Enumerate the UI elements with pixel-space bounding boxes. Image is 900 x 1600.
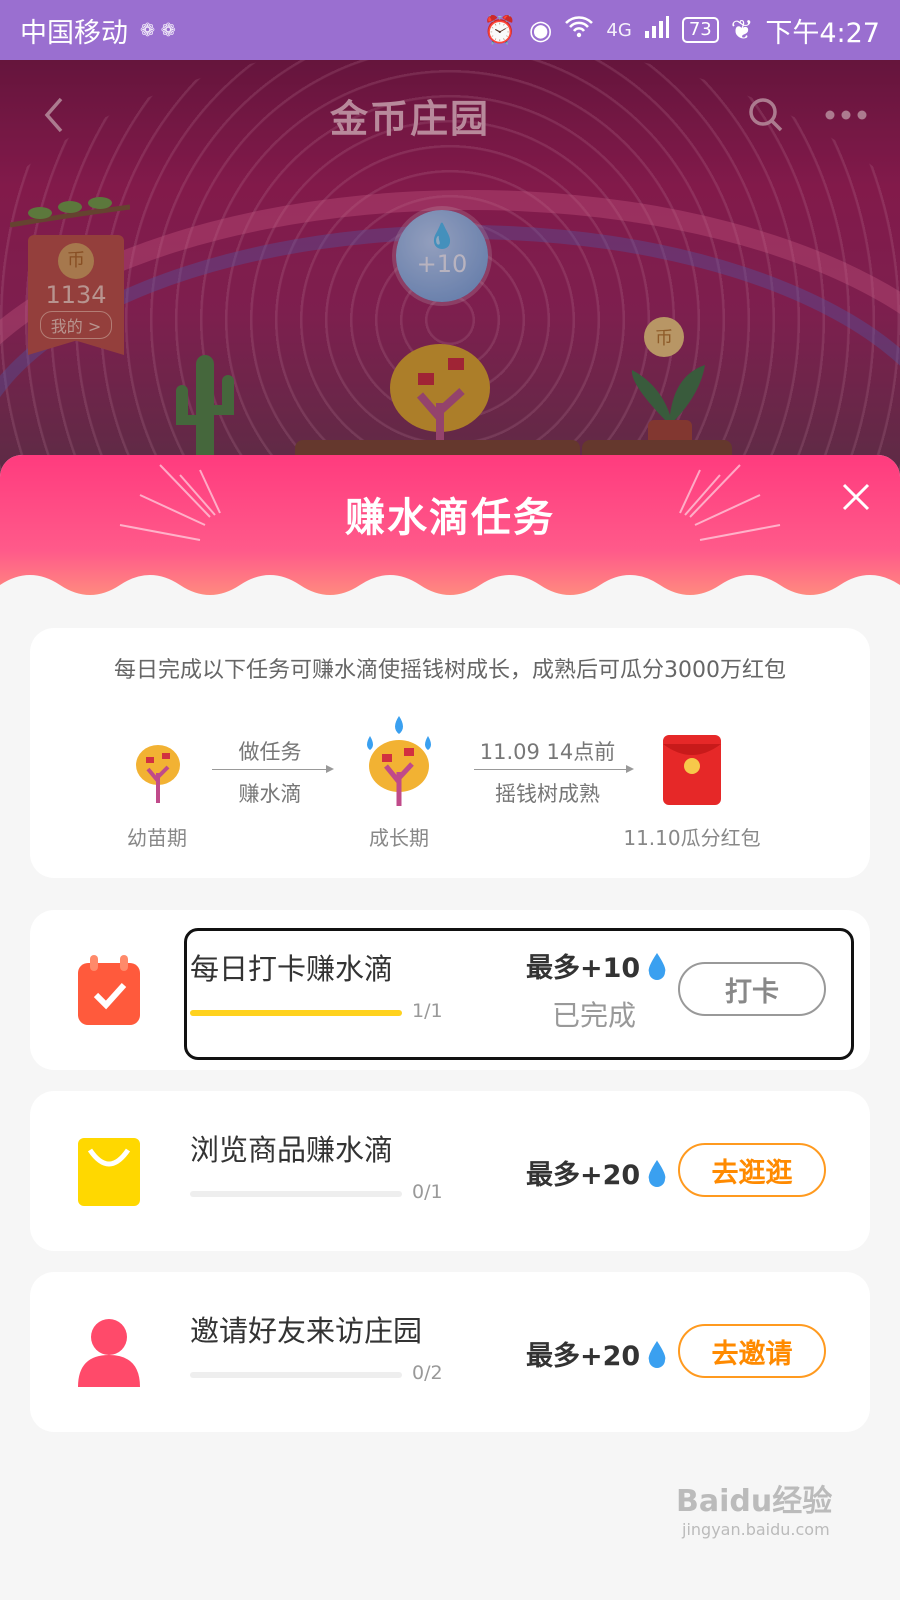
task-name: 浏览商品赚水滴: [190, 1133, 394, 1167]
task-reward: 最多+20: [526, 1153, 668, 1192]
signal-icon: [644, 15, 670, 46]
task-reward: 最多+20: [526, 1334, 668, 1373]
carrier-label: 中国移动: [20, 17, 128, 49]
clock-label: 下午4:27: [765, 17, 880, 49]
garden-scene: 金币庄园 币 1134 我的 > 💧 +10 币: [0, 60, 900, 480]
watermark: Baidu经验 jingyan.baidu.com: [676, 1476, 832, 1539]
battery-indicator: 73: [681, 17, 719, 43]
wifi-icon: [564, 15, 594, 46]
eye-icon: ◉: [528, 14, 553, 46]
task-card-invite: 邀请好友来访庄园 0/2 最多+20 去邀请: [30, 1272, 870, 1432]
step1-arrow: [212, 765, 334, 773]
step2-top: 11.09 14点前: [479, 740, 616, 764]
watermark-brand: Baidu经验: [676, 1484, 833, 1519]
intro-card: 每日完成以下任务可赚水滴使摇钱树成长，成熟后可瓜分3000万红包 幼苗期 做任务…: [30, 628, 870, 878]
highlight-box: [184, 928, 854, 1060]
water-drop-icon: [648, 1159, 666, 1187]
leaf-icon: ❦: [730, 14, 754, 46]
step2-arrow: [474, 765, 634, 773]
growing-tree-icon: [367, 716, 431, 806]
step2-bottom: 摇钱树成熟: [495, 782, 600, 806]
task-name: 邀请好友来访庄园: [190, 1314, 423, 1348]
intro-description: 每日完成以下任务可赚水滴使摇钱树成长，成熟后可瓜分3000万红包: [114, 658, 786, 683]
calendar-check-icon: [78, 955, 140, 1025]
step1-bottom: 赚水滴: [238, 782, 302, 806]
wave-divider: [0, 575, 900, 625]
stage-sapling: 幼苗期: [127, 826, 187, 850]
stage-growing: 成长期: [369, 826, 429, 850]
alarm-icon: ⏰: [483, 15, 517, 46]
sheet-header: 赚水滴任务: [0, 455, 900, 625]
step1-top: 做任务: [238, 740, 302, 764]
sapling-icon: [136, 745, 180, 803]
stage-red-envelope: 11.10瓜分红包: [623, 826, 761, 850]
user-icon: [78, 1319, 140, 1387]
network-label: 4G: [606, 19, 632, 41]
task-progress-count: 0/2: [412, 1362, 443, 1384]
task-progress-count: 0/1: [412, 1181, 443, 1203]
status-bar: 中国移动 ❁ ❁ ⏰ ◉ 4G 73 ❦ 下午4:27: [0, 0, 900, 60]
sheet-title: 赚水滴任务: [345, 495, 555, 541]
water-drop-icon: [648, 1340, 666, 1368]
reward-label: 最多+20: [526, 1160, 641, 1191]
task-progress-bar: [190, 1191, 402, 1197]
watermark-url: jingyan.baidu.com: [682, 1520, 830, 1539]
invite-button[interactable]: 去邀请: [678, 1324, 826, 1378]
notification-icon: ❁ ❁: [140, 19, 176, 41]
browse-button[interactable]: 去逛逛: [678, 1143, 826, 1197]
close-icon[interactable]: [836, 477, 876, 517]
reward-label: 最多+20: [526, 1341, 641, 1372]
task-card-browse: 浏览商品赚水滴 0/1 最多+20 去逛逛: [30, 1091, 870, 1251]
task-progress-bar: [190, 1372, 402, 1378]
scene-overlay: [0, 60, 900, 480]
red-envelope-icon: [663, 735, 721, 805]
shopping-bag-icon: [78, 1138, 140, 1206]
